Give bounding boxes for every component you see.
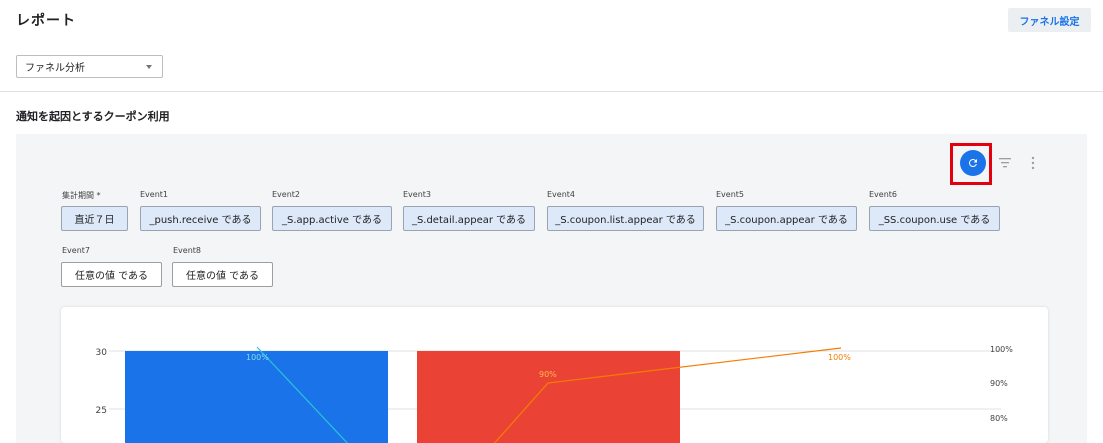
section-title: 通知を起因とするクーポン利用 — [16, 110, 170, 123]
data-label-orange: 100% — [828, 353, 851, 362]
filter-icon[interactable] — [998, 157, 1012, 169]
period-chip[interactable]: 直近７日 — [61, 206, 128, 231]
divider — [0, 91, 1103, 92]
event4-chip[interactable]: _S.coupon.list.appear である — [547, 206, 704, 231]
chevron-down-icon — [146, 65, 152, 69]
event4-label: Event4 — [547, 190, 576, 199]
event1-chip[interactable]: _push.receive である — [140, 206, 261, 231]
analysis-type-value: ファネル分析 — [25, 63, 85, 74]
refresh-icon[interactable] — [960, 150, 986, 176]
event3-label: Event3 — [403, 190, 432, 199]
bar-event1 — [125, 351, 388, 443]
event3-chip[interactable]: _S.detail.appear である — [403, 206, 535, 231]
funnel-settings-button[interactable]: ファネル設定 — [1008, 8, 1091, 32]
y-tick-right: 90% — [990, 379, 1008, 388]
funnel-chart: 30 25 100% 90% 80% 100% 90% 100% — [61, 307, 1048, 443]
event6-chip[interactable]: _SS.coupon.use である — [869, 206, 1000, 231]
period-label: 集計期間 * — [62, 191, 101, 200]
data-label-teal: 100% — [246, 353, 269, 362]
event1-label: Event1 — [140, 190, 169, 199]
y-tick-left: 30 — [96, 348, 108, 358]
event2-label: Event2 — [272, 190, 301, 199]
y-tick-left: 25 — [96, 406, 107, 416]
bar-event2 — [417, 351, 680, 443]
event8-label: Event8 — [173, 246, 202, 255]
event6-label: Event6 — [869, 190, 898, 199]
event7-label: Event7 — [62, 246, 91, 255]
analysis-type-select[interactable]: ファネル分析 — [16, 55, 163, 78]
y-tick-right: 100% — [990, 345, 1013, 354]
data-label-orange: 90% — [539, 370, 557, 379]
event5-label: Event5 — [716, 190, 745, 199]
more-vert-icon[interactable] — [1030, 155, 1036, 171]
funnel-chart-svg: 30 25 100% 90% 80% 100% 90% 100% — [96, 345, 1013, 443]
event5-chip[interactable]: _S.coupon.appear である — [716, 206, 857, 231]
event7-chip[interactable]: 任意の値 である — [61, 262, 162, 287]
event2-chip[interactable]: _S.app.active である — [272, 206, 392, 231]
event8-chip[interactable]: 任意の値 である — [172, 262, 273, 287]
y-tick-right: 80% — [990, 414, 1008, 423]
page-title: レポート — [16, 13, 76, 29]
